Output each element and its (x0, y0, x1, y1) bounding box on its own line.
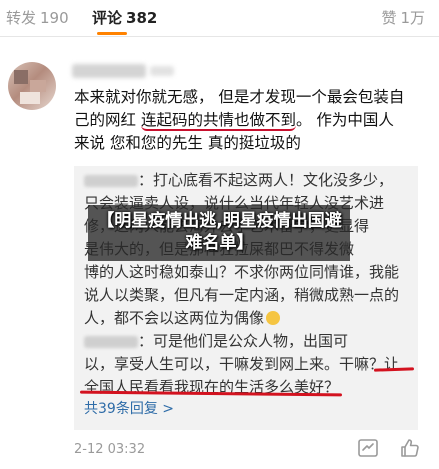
comment-text: 。 作为中国人 (295, 111, 394, 129)
tab-likes-count: 1万 (400, 9, 425, 27)
comment-line: 来说 您和您的先生 真的挺垃圾的 (74, 134, 301, 152)
reply-username-blurred[interactable] (84, 335, 138, 348)
reply-line: 以，享受人生可以，干嘛发到网上来。干嘛？让 (84, 355, 400, 373)
caption-line: 难名单】 (185, 233, 254, 253)
comment-line: 己的网红 连起码的共情也做不到。 作为中国人 (74, 109, 424, 132)
reply-text: ：打心底看不起这两人！文化没多少， 只会装逼卖人设，说什么当代年轻人没艺术进 修… (84, 169, 414, 399)
tab-likes[interactable]: 赞 1万 (381, 8, 425, 28)
caption-line: 【明星疫情出逃,明星疫情出国避 (97, 211, 342, 231)
tab-reposts-label: 转发 (6, 9, 37, 27)
reply-line-text: ：打心底看不起这两人！文化没多少， (138, 171, 394, 189)
reply-line-text: ：可是他们是公众人物，出国可 (138, 332, 349, 350)
comment-text: 己的网红 (74, 111, 137, 129)
repost-icon[interactable] (356, 436, 380, 460)
comment-timestamp: 2-12 03:32 (74, 442, 146, 457)
tab-reposts-count: 190 (40, 9, 69, 27)
reply-line: ：打心底看不起这两人！文化没多少， (84, 169, 414, 192)
reply-line-text: 人，都不会以这两位为偶像 (84, 309, 265, 327)
avatar[interactable] (8, 62, 56, 110)
avatar-pixel (30, 80, 46, 92)
tab-reposts[interactable]: 转发 190 (6, 8, 69, 28)
like-icon[interactable] (398, 436, 422, 460)
reply-line: 博的人这时稳如泰山？不求你两位同情谁，我能 (84, 263, 400, 281)
active-tab-indicator (97, 32, 127, 35)
reply-line: ：可是他们是公众人物，出国可 (84, 330, 414, 353)
more-replies-link[interactable]: 共39条回复 > (84, 398, 174, 418)
tab-likes-label: 赞 (381, 9, 397, 27)
reply-line: 说人以类聚，但凡有一定内涵，稍微成熟一点的 (84, 286, 400, 304)
overlay-caption: 【明星疫情出逃,明星疫情出国避 难名单】 (0, 210, 439, 254)
reply-username-blurred[interactable] (84, 174, 138, 187)
avatar-pixel (14, 70, 28, 84)
tab-comments-label: 评论 (92, 9, 123, 27)
comment-line: 本来就对你就无感， 但是才发现一个最会包装自 (74, 88, 405, 106)
highlighted-phrase: 连起码的共情也做不到 (140, 111, 296, 131)
reply-line: 人，都不会以这两位为偶像 (84, 307, 414, 330)
username-badge-blurred (150, 66, 174, 76)
reply-line: 全国人民看看我现在的生活多么美好？ (84, 378, 340, 396)
avatar-pixel (20, 92, 40, 104)
tab-comments[interactable]: 评论 382 (92, 8, 157, 28)
username-blurred[interactable] (72, 64, 146, 78)
tab-bar: 转发 190 评论 382 赞 1万 (0, 0, 439, 37)
comment-body: 本来就对你就无感， 但是才发现一个最会包装自 己的网红 连起码的共情也做不到。 … (74, 86, 424, 155)
tab-comments-count: 382 (126, 9, 158, 27)
smile-emoji-icon (266, 311, 281, 325)
